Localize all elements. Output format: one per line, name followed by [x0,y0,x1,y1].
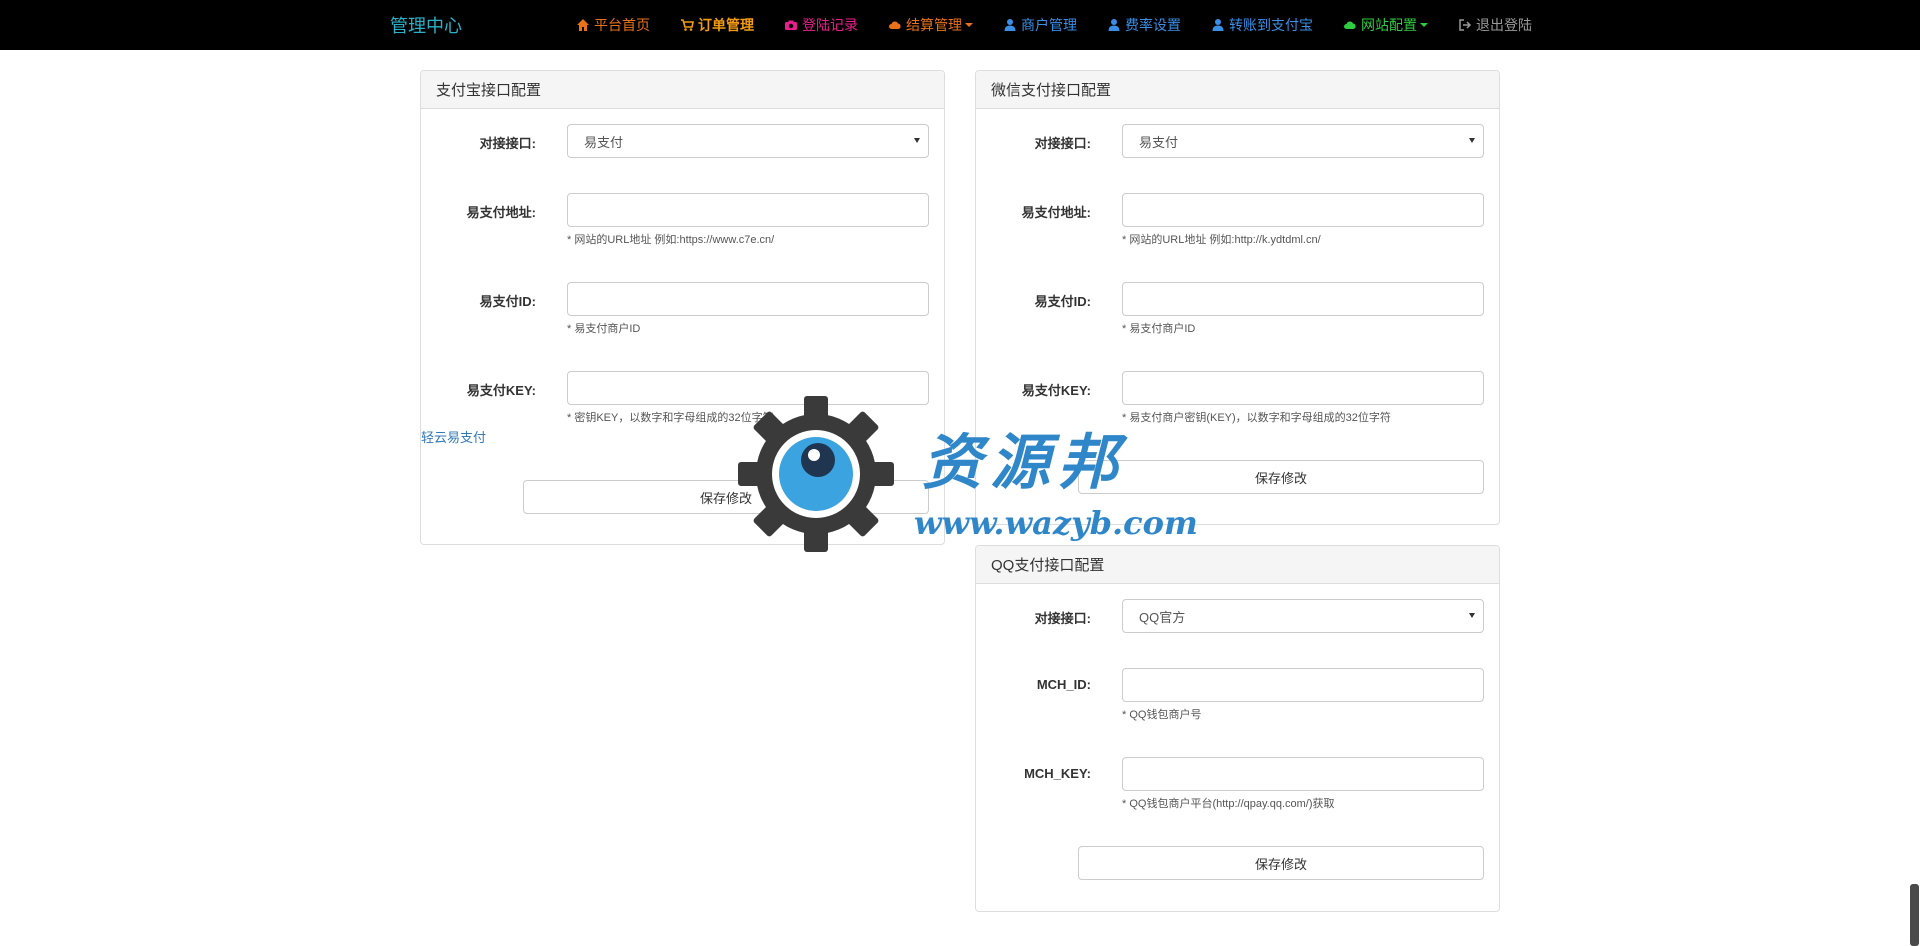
key-help: * 易支付商户密钥(KEY)，以数字和字母组成的32位字符 [1122,412,1391,424]
interface-select-value: 易支付 [584,134,624,150]
cloud-icon [1344,21,1356,29]
nav-item-label: 商户管理 [1021,17,1077,33]
save-button[interactable]: 保存修改 [1078,846,1484,880]
nav-item-label: 结算管理 [906,17,962,33]
mch-key-input[interactable] [1122,757,1484,791]
nav-item-settlement[interactable]: 结算管理 [888,15,973,35]
gear-logo-icon [738,396,894,552]
camera-icon [785,20,797,30]
id-input[interactable] [567,282,929,316]
nav-item-label: 订单管理 [698,17,754,33]
id-help: * 易支付商户ID [1122,323,1196,335]
user-icon [1212,19,1224,31]
chevron-down-icon [965,23,973,27]
mch-key-label: MCH_KEY: [1024,766,1091,781]
interface-select[interactable]: 易支付 [1122,124,1484,158]
user-icon [1004,19,1016,31]
id-input[interactable] [1122,282,1484,316]
chevron-down-icon [1469,138,1475,143]
nav-item-label: 登陆记录 [802,17,858,33]
id-help: * 易支付商户ID [567,323,641,335]
nav-item-label: 平台首页 [594,17,650,33]
cart-icon [681,19,694,31]
nav-item-login-records[interactable]: 登陆记录 [784,15,858,35]
key-label: 易支付KEY: [1021,383,1091,398]
brand-title[interactable]: 管理中心 [390,12,462,38]
watermark-url: www.wazyb.com [914,504,1198,542]
nav-item-logout[interactable]: 退出登陆 [1458,15,1532,35]
url-input[interactable] [1122,193,1484,227]
nav-item-merchants[interactable]: 商户管理 [1003,15,1077,35]
nav-item-rates[interactable]: 费率设置 [1107,15,1181,35]
mch-id-help: * QQ钱包商户号 [1122,709,1202,721]
interface-select-value: 易支付 [1139,134,1179,150]
home-icon [577,19,589,31]
url-label: 易支付地址: [466,205,536,220]
id-label: 易支付ID: [479,294,536,309]
save-button[interactable]: 保存修改 [1078,460,1484,494]
watermark-text: 资源邦 [922,428,1126,498]
interface-select-value: QQ官方 [1139,609,1186,625]
url-help: * 网站的URL地址 例如:http://k.ydtdml.cn/ [1122,234,1321,246]
logout-icon [1459,19,1472,31]
chevron-down-icon [1469,613,1475,618]
panel-title: 微信支付接口配置 [976,71,1499,109]
url-input[interactable] [567,193,929,227]
top-navbar: 管理中心 平台首页 订单管理 登陆记录 结算管理 商户管理 费率设置 转账到支付… [0,0,1920,50]
cloud-icon [889,21,901,29]
mch-key-help: * QQ钱包商户平台(http://qpay.qq.com/)获取 [1122,798,1335,810]
key-label: 易支付KEY: [466,383,536,398]
mch-id-label: MCH_ID: [1036,677,1091,692]
chevron-down-icon [1420,23,1428,27]
nav-item-label: 网站配置 [1361,17,1417,33]
nav-item-label: 费率设置 [1125,17,1181,33]
scrollbar-thumb[interactable] [1910,884,1919,946]
nav-item-orders[interactable]: 订单管理 [680,15,754,35]
key-input[interactable] [1122,371,1484,405]
chevron-down-icon [914,138,920,143]
panel-title: QQ支付接口配置 [976,546,1499,584]
mch-id-input[interactable] [1122,668,1484,702]
interface-label: 对接接口: [1034,136,1091,151]
nav-item-label: 退出登陆 [1476,17,1532,33]
nav-item-home[interactable]: 平台首页 [576,15,650,35]
nav-item-label: 转账到支付宝 [1229,17,1313,33]
id-label: 易支付ID: [1034,294,1091,309]
interface-label: 对接接口: [479,136,536,151]
interface-label: 对接接口: [1034,611,1091,626]
url-label: 易支付地址: [1021,205,1091,220]
user-icon [1108,19,1120,31]
interface-select[interactable]: 易支付 [567,124,929,158]
nav-item-site-config[interactable]: 网站配置 [1343,15,1428,35]
nav-menu: 平台首页 订单管理 登陆记录 结算管理 商户管理 费率设置 转账到支付宝 网站配… [576,0,1562,50]
panel-title: 支付宝接口配置 [421,71,944,109]
nav-item-transfer-alipay[interactable]: 转账到支付宝 [1211,15,1313,35]
interface-select[interactable]: QQ官方 [1122,599,1484,633]
qingyun-epay-link[interactable]: 轻云易支付 [421,427,486,446]
url-help: * 网站的URL地址 例如:https://www.c7e.cn/ [567,234,775,246]
